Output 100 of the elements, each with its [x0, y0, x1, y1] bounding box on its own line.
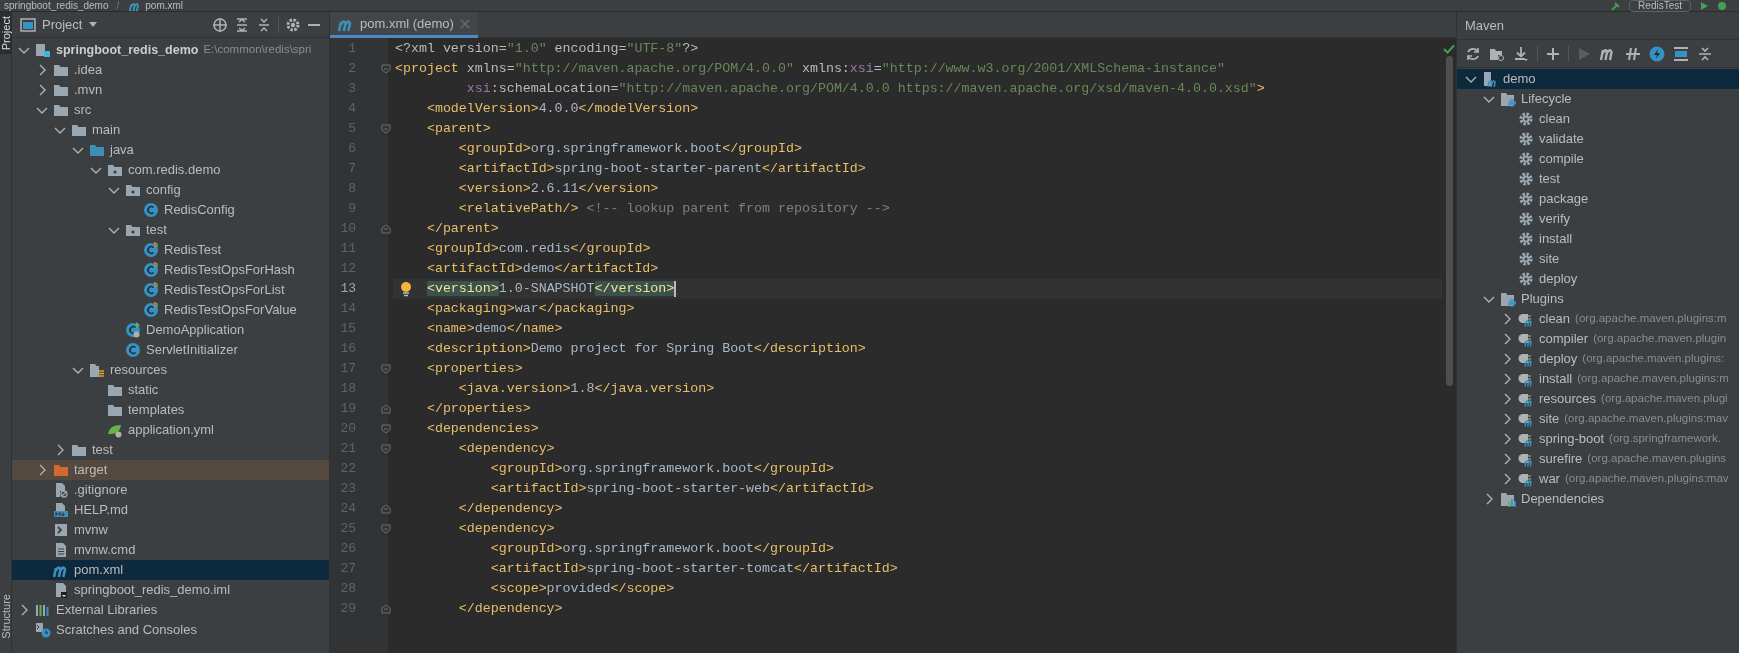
tree-item[interactable]: test	[1457, 169, 1739, 189]
toggle-offline-icon[interactable]	[1625, 45, 1641, 62]
breadcrumb[interactable]: springboot_redis_demo	[4, 0, 109, 12]
side-tab[interactable]: Project	[0, 12, 12, 55]
tree-item[interactable]: deploy (org.apache.maven.plugins:	[1457, 349, 1739, 369]
breadcrumb[interactable]: pom.xml	[127, 0, 184, 14]
tree-item[interactable]: target	[12, 460, 329, 480]
fold-marker-icon[interactable]	[381, 524, 391, 534]
tree-item[interactable]: RedisTestOpsForList	[12, 280, 329, 300]
tree-item[interactable]: Plugins	[1457, 289, 1739, 309]
fold-marker-icon[interactable]	[381, 404, 391, 414]
side-tab[interactable]: Structure	[0, 590, 12, 643]
lightbulb-icon[interactable]	[400, 281, 412, 297]
item-label: spring-boot	[1539, 430, 1605, 449]
fold-marker-icon[interactable]	[381, 424, 391, 434]
item-label: verify	[1539, 210, 1571, 229]
run-icon[interactable]	[1699, 0, 1709, 11]
tree-item[interactable]: DemoApplication	[12, 320, 329, 340]
tree-item[interactable]: resources (org.apache.maven.plugi	[1457, 389, 1739, 409]
tree-item[interactable]: site (org.apache.maven.plugins:mav	[1457, 409, 1739, 429]
code-line: <groupId>com.redis</groupId>	[425, 240, 652, 259]
tree-item[interactable]: site	[1457, 249, 1739, 269]
tree-item[interactable]: templates	[12, 400, 329, 420]
tree-item[interactable]: RedisTestOpsForHash	[12, 260, 329, 280]
plugin-icon	[1518, 391, 1534, 407]
tree-item[interactable]: .idea	[12, 60, 329, 80]
gear-icon	[1518, 191, 1534, 207]
tree-item[interactable]: surefire (org.apache.maven.plugins	[1457, 449, 1739, 469]
tree-item[interactable]: deploy	[1457, 269, 1739, 289]
tree-item[interactable]: Scratches and Consoles	[12, 620, 329, 640]
tree-item[interactable]: mvnw	[12, 520, 329, 540]
tree-item[interactable]: java	[12, 140, 329, 160]
tree-item[interactable]: clean (org.apache.maven.plugins:m	[1457, 309, 1739, 329]
tree-item[interactable]: mvnw.cmd	[12, 540, 329, 560]
tree-item[interactable]: springboot_redis_demo.iml	[12, 580, 329, 600]
tree-item[interactable]: validate	[1457, 129, 1739, 149]
tree-item[interactable]: demo	[1457, 69, 1739, 89]
tree-item[interactable]: resources	[12, 360, 329, 380]
tree-item[interactable]: pom.xml	[12, 560, 329, 580]
collapse-all-icon[interactable]	[1697, 45, 1713, 62]
add-icon[interactable]	[1546, 46, 1560, 61]
show-dependencies-icon[interactable]	[1673, 45, 1689, 62]
tree-item[interactable]: main	[12, 120, 329, 140]
item-label: static	[128, 381, 159, 400]
debug-icon[interactable]	[1717, 0, 1727, 11]
tree-item[interactable]: RedisConfig	[12, 200, 329, 220]
tree-item[interactable]: install (org.apache.maven.plugins:m	[1457, 369, 1739, 389]
hammer-icon[interactable]	[1611, 0, 1622, 11]
scrollbar-thumb[interactable]	[1445, 56, 1453, 386]
lightning-icon[interactable]	[1649, 45, 1665, 62]
tree-item[interactable]: package	[1457, 189, 1739, 209]
settings-icon[interactable]	[285, 16, 301, 33]
tree-item[interactable]: RedisTest	[12, 240, 329, 260]
tree-item[interactable]: ServletInitializer	[12, 340, 329, 360]
tree-item[interactable]: Lifecycle	[1457, 89, 1739, 109]
run-configuration-dropdown[interactable]: RedisTest	[1629, 0, 1691, 12]
tree-item[interactable]: war (org.apache.maven.plugins:mav	[1457, 469, 1739, 489]
tree-item[interactable]: static	[12, 380, 329, 400]
tree-item[interactable]: Dependencies	[1457, 489, 1739, 509]
tree-item[interactable]: RedisTestOpsForValue	[12, 300, 329, 320]
tree-item[interactable]: application.yml	[12, 420, 329, 440]
collapse-all-icon[interactable]	[256, 16, 272, 33]
panel-title[interactable]: Project	[42, 14, 83, 35]
fold-marker-icon[interactable]	[381, 504, 391, 514]
tree-item[interactable]: test	[12, 440, 329, 460]
tree-item[interactable]: src	[12, 100, 329, 120]
fold-marker-icon[interactable]	[381, 124, 391, 134]
expand-all-icon[interactable]	[234, 16, 250, 33]
fold-marker-icon[interactable]	[381, 444, 391, 454]
tree-item[interactable]: springboot_redis_demo E:\common\redis\spri	[12, 40, 329, 60]
refresh-icon[interactable]	[1465, 45, 1481, 62]
item-label: templates	[128, 401, 185, 420]
download-icon[interactable]	[1513, 45, 1529, 62]
tree-item[interactable]: compile	[1457, 149, 1739, 169]
fold-marker-icon[interactable]	[381, 604, 391, 614]
tree-item[interactable]: install	[1457, 229, 1739, 249]
tree-item[interactable]: config	[12, 180, 329, 200]
item-label: Plugins	[1521, 290, 1564, 309]
fold-marker-icon[interactable]	[381, 224, 391, 234]
dropdown-caret-icon[interactable]	[88, 21, 99, 28]
tree-item[interactable]: com.redis.demo	[12, 160, 329, 180]
locate-icon[interactable]	[212, 16, 228, 33]
fold-marker-icon[interactable]	[381, 364, 391, 374]
fold-marker-icon[interactable]	[381, 64, 391, 74]
item-label: test	[92, 441, 113, 460]
plugin-icon	[1518, 451, 1534, 467]
package-icon	[125, 222, 141, 238]
tree-item[interactable]: External Libraries	[12, 600, 329, 620]
tree-item[interactable]: verify	[1457, 209, 1739, 229]
tree-item[interactable]: .gitignore	[12, 480, 329, 500]
test-class-icon	[143, 262, 159, 278]
tree-item[interactable]: test	[12, 220, 329, 240]
project-window-icon	[20, 17, 36, 32]
tree-item[interactable]: .mvn	[12, 80, 329, 100]
tree-item[interactable]: HELP.md	[12, 500, 329, 520]
item-label: compile	[1539, 150, 1584, 169]
tree-item[interactable]: spring-boot (org.springframework.	[1457, 429, 1739, 449]
tree-item[interactable]: compiler (org.apache.maven.plugin	[1457, 329, 1739, 349]
tree-item[interactable]: clean	[1457, 109, 1739, 129]
markdown-file-icon	[53, 502, 69, 518]
